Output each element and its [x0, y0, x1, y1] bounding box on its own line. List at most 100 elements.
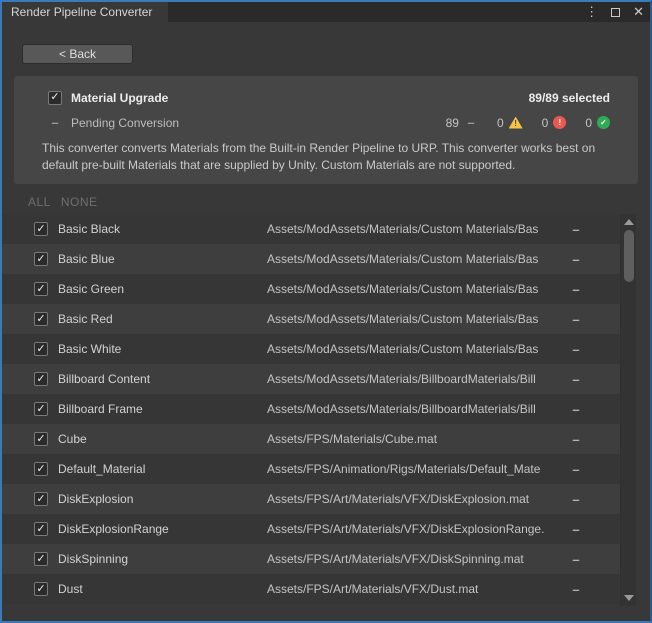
item-checkbox[interactable]: ✓ — [34, 222, 48, 236]
list-item[interactable]: ✓ DiskExplosionRange Assets/FPS/Art/Mate… — [2, 514, 620, 544]
item-path: Assets/ModAssets/Materials/BillboardMate… — [267, 372, 570, 386]
vertical-scrollbar[interactable] — [620, 214, 636, 606]
item-checkbox[interactable]: ✓ — [34, 462, 48, 476]
list-item[interactable]: ✓ Basic Red Assets/ModAssets/Materials/C… — [2, 304, 620, 334]
item-status-dash-icon: – — [570, 312, 582, 327]
list-item[interactable]: ✓ Default_Material Assets/FPS/Animation/… — [2, 454, 620, 484]
converter-description: This converter converts Materials from t… — [42, 140, 610, 174]
success-icon: ✓ — [597, 116, 610, 129]
conversion-stats: 89 – 0 ! 0 ! 0 ✓ — [446, 115, 610, 130]
checkmark-icon: ✓ — [36, 344, 45, 355]
item-name: DiskSpinning — [58, 552, 267, 566]
item-checkbox[interactable]: ✓ — [34, 282, 48, 296]
item-status-dash-icon: – — [570, 222, 582, 237]
checkmark-icon: ✓ — [36, 524, 45, 535]
scroll-down-icon[interactable] — [624, 595, 634, 601]
item-checkbox[interactable]: ✓ — [34, 492, 48, 506]
item-checkbox[interactable]: ✓ — [34, 432, 48, 446]
item-path: Assets/FPS/Art/Materials/VFX/DiskSpinnin… — [267, 552, 570, 566]
converter-title: Material Upgrade — [71, 91, 168, 105]
item-status-dash-icon: – — [570, 582, 582, 597]
item-name: Cube — [58, 432, 267, 446]
list-item[interactable]: ✓ Basic Blue Assets/ModAssets/Materials/… — [2, 244, 620, 274]
converter-checkbox[interactable]: ✓ — [48, 91, 62, 105]
checkmark-icon: ✓ — [36, 494, 45, 505]
error-icon: ! — [553, 116, 566, 129]
item-checkbox[interactable]: ✓ — [34, 252, 48, 266]
list-item[interactable]: ✓ Billboard Content Assets/ModAssets/Mat… — [2, 364, 620, 394]
item-path: Assets/ModAssets/Materials/Custom Materi… — [267, 252, 570, 266]
item-path: Assets/ModAssets/Materials/Custom Materi… — [267, 222, 570, 236]
item-status-dash-icon: – — [570, 252, 582, 267]
success-count: 0 — [585, 116, 592, 130]
item-checkbox[interactable]: ✓ — [34, 522, 48, 536]
render-pipeline-converter-window: Render Pipeline Converter ⋮ ✕ < Back ✓ M… — [0, 0, 652, 623]
checkmark-icon: ✓ — [36, 434, 45, 445]
window-controls: ⋮ ✕ — [585, 2, 644, 22]
item-status-dash-icon: – — [570, 342, 582, 357]
select-all-button[interactable]: ALL — [28, 195, 51, 209]
tab-render-pipeline-converter[interactable]: Render Pipeline Converter — [2, 2, 168, 22]
pending-conversion-label: Pending Conversion — [71, 116, 179, 130]
item-path: Assets/FPS/Art/Materials/VFX/Dust.mat — [267, 582, 570, 596]
checkmark-icon: ✓ — [36, 584, 45, 595]
select-none-button[interactable]: NONE — [61, 195, 98, 209]
back-button[interactable]: < Back — [22, 44, 133, 64]
converter-panel: ✓ Material Upgrade 89/89 selected – Pend… — [14, 76, 638, 184]
item-name: Basic Red — [58, 312, 267, 326]
item-name: Billboard Content — [58, 372, 267, 386]
list-item[interactable]: ✓ Billboard Frame Assets/ModAssets/Mater… — [2, 394, 620, 424]
item-name: Billboard Frame — [58, 402, 267, 416]
item-status-dash-icon: – — [570, 522, 582, 537]
item-status-dash-icon: – — [570, 462, 582, 477]
list-item[interactable]: ✓ Basic Green Assets/ModAssets/Materials… — [2, 274, 620, 304]
item-name: DiskExplosion — [58, 492, 267, 506]
item-status-dash-icon: – — [570, 552, 582, 567]
selection-controls: ALL NONE — [28, 195, 98, 209]
item-checkbox[interactable]: ✓ — [34, 402, 48, 416]
menu-icon[interactable]: ⋮ — [585, 2, 598, 22]
item-checkbox[interactable]: ✓ — [34, 582, 48, 596]
item-checkbox[interactable]: ✓ — [34, 312, 48, 326]
checkmark-icon: ✓ — [36, 554, 45, 565]
error-count: 0 — [542, 116, 549, 130]
list-item[interactable]: ✓ Dust Assets/FPS/Art/Materials/VFX/Dust… — [2, 574, 620, 604]
list-item[interactable]: ✓ Cube Assets/FPS/Materials/Cube.mat – — [2, 424, 620, 454]
item-checkbox[interactable]: ✓ — [34, 342, 48, 356]
item-status-dash-icon: – — [570, 492, 582, 507]
checkmark-icon: ✓ — [36, 224, 45, 235]
item-checkbox[interactable]: ✓ — [34, 372, 48, 386]
close-icon[interactable]: ✕ — [633, 2, 644, 22]
warning-icon: ! — [509, 117, 523, 129]
window-title: Render Pipeline Converter — [11, 5, 152, 19]
list-item[interactable]: ✓ DiskSpinning Assets/FPS/Art/Materials/… — [2, 544, 620, 574]
checkmark-icon: ✓ — [36, 254, 45, 265]
item-name: Basic Black — [58, 222, 267, 236]
item-status-dash-icon: – — [570, 282, 582, 297]
maximize-icon[interactable] — [611, 8, 620, 17]
pending-count: 89 — [446, 116, 459, 130]
item-checkbox[interactable]: ✓ — [34, 552, 48, 566]
item-status-dash-icon: – — [570, 402, 582, 417]
item-name: Default_Material — [58, 462, 267, 476]
checkmark-icon: ✓ — [36, 404, 45, 415]
item-path: Assets/ModAssets/Materials/Custom Materi… — [267, 282, 570, 296]
checkmark-icon: ✓ — [36, 374, 45, 385]
materials-list: ✓ Basic Black Assets/ModAssets/Materials… — [2, 214, 620, 604]
checkmark-icon: ✓ — [36, 314, 45, 325]
pending-status-dash-icon: – — [464, 115, 478, 130]
scrollbar-thumb[interactable] — [624, 230, 634, 282]
checkmark-icon: ✓ — [36, 284, 45, 295]
list-item[interactable]: ✓ DiskExplosion Assets/FPS/Art/Materials… — [2, 484, 620, 514]
item-path: Assets/FPS/Materials/Cube.mat — [267, 432, 570, 446]
warning-count: 0 — [497, 116, 504, 130]
item-name: Basic White — [58, 342, 267, 356]
item-name: Basic Green — [58, 282, 267, 296]
list-item[interactable]: ✓ Basic Black Assets/ModAssets/Materials… — [2, 214, 620, 244]
tab-bar: Render Pipeline Converter ⋮ ✕ — [2, 2, 650, 22]
pending-dash-icon: – — [48, 115, 62, 130]
scroll-up-icon[interactable] — [624, 219, 634, 225]
item-path: Assets/ModAssets/Materials/Custom Materi… — [267, 342, 570, 356]
item-path: Assets/FPS/Art/Materials/VFX/DiskExplosi… — [267, 522, 570, 536]
list-item[interactable]: ✓ Basic White Assets/ModAssets/Materials… — [2, 334, 620, 364]
